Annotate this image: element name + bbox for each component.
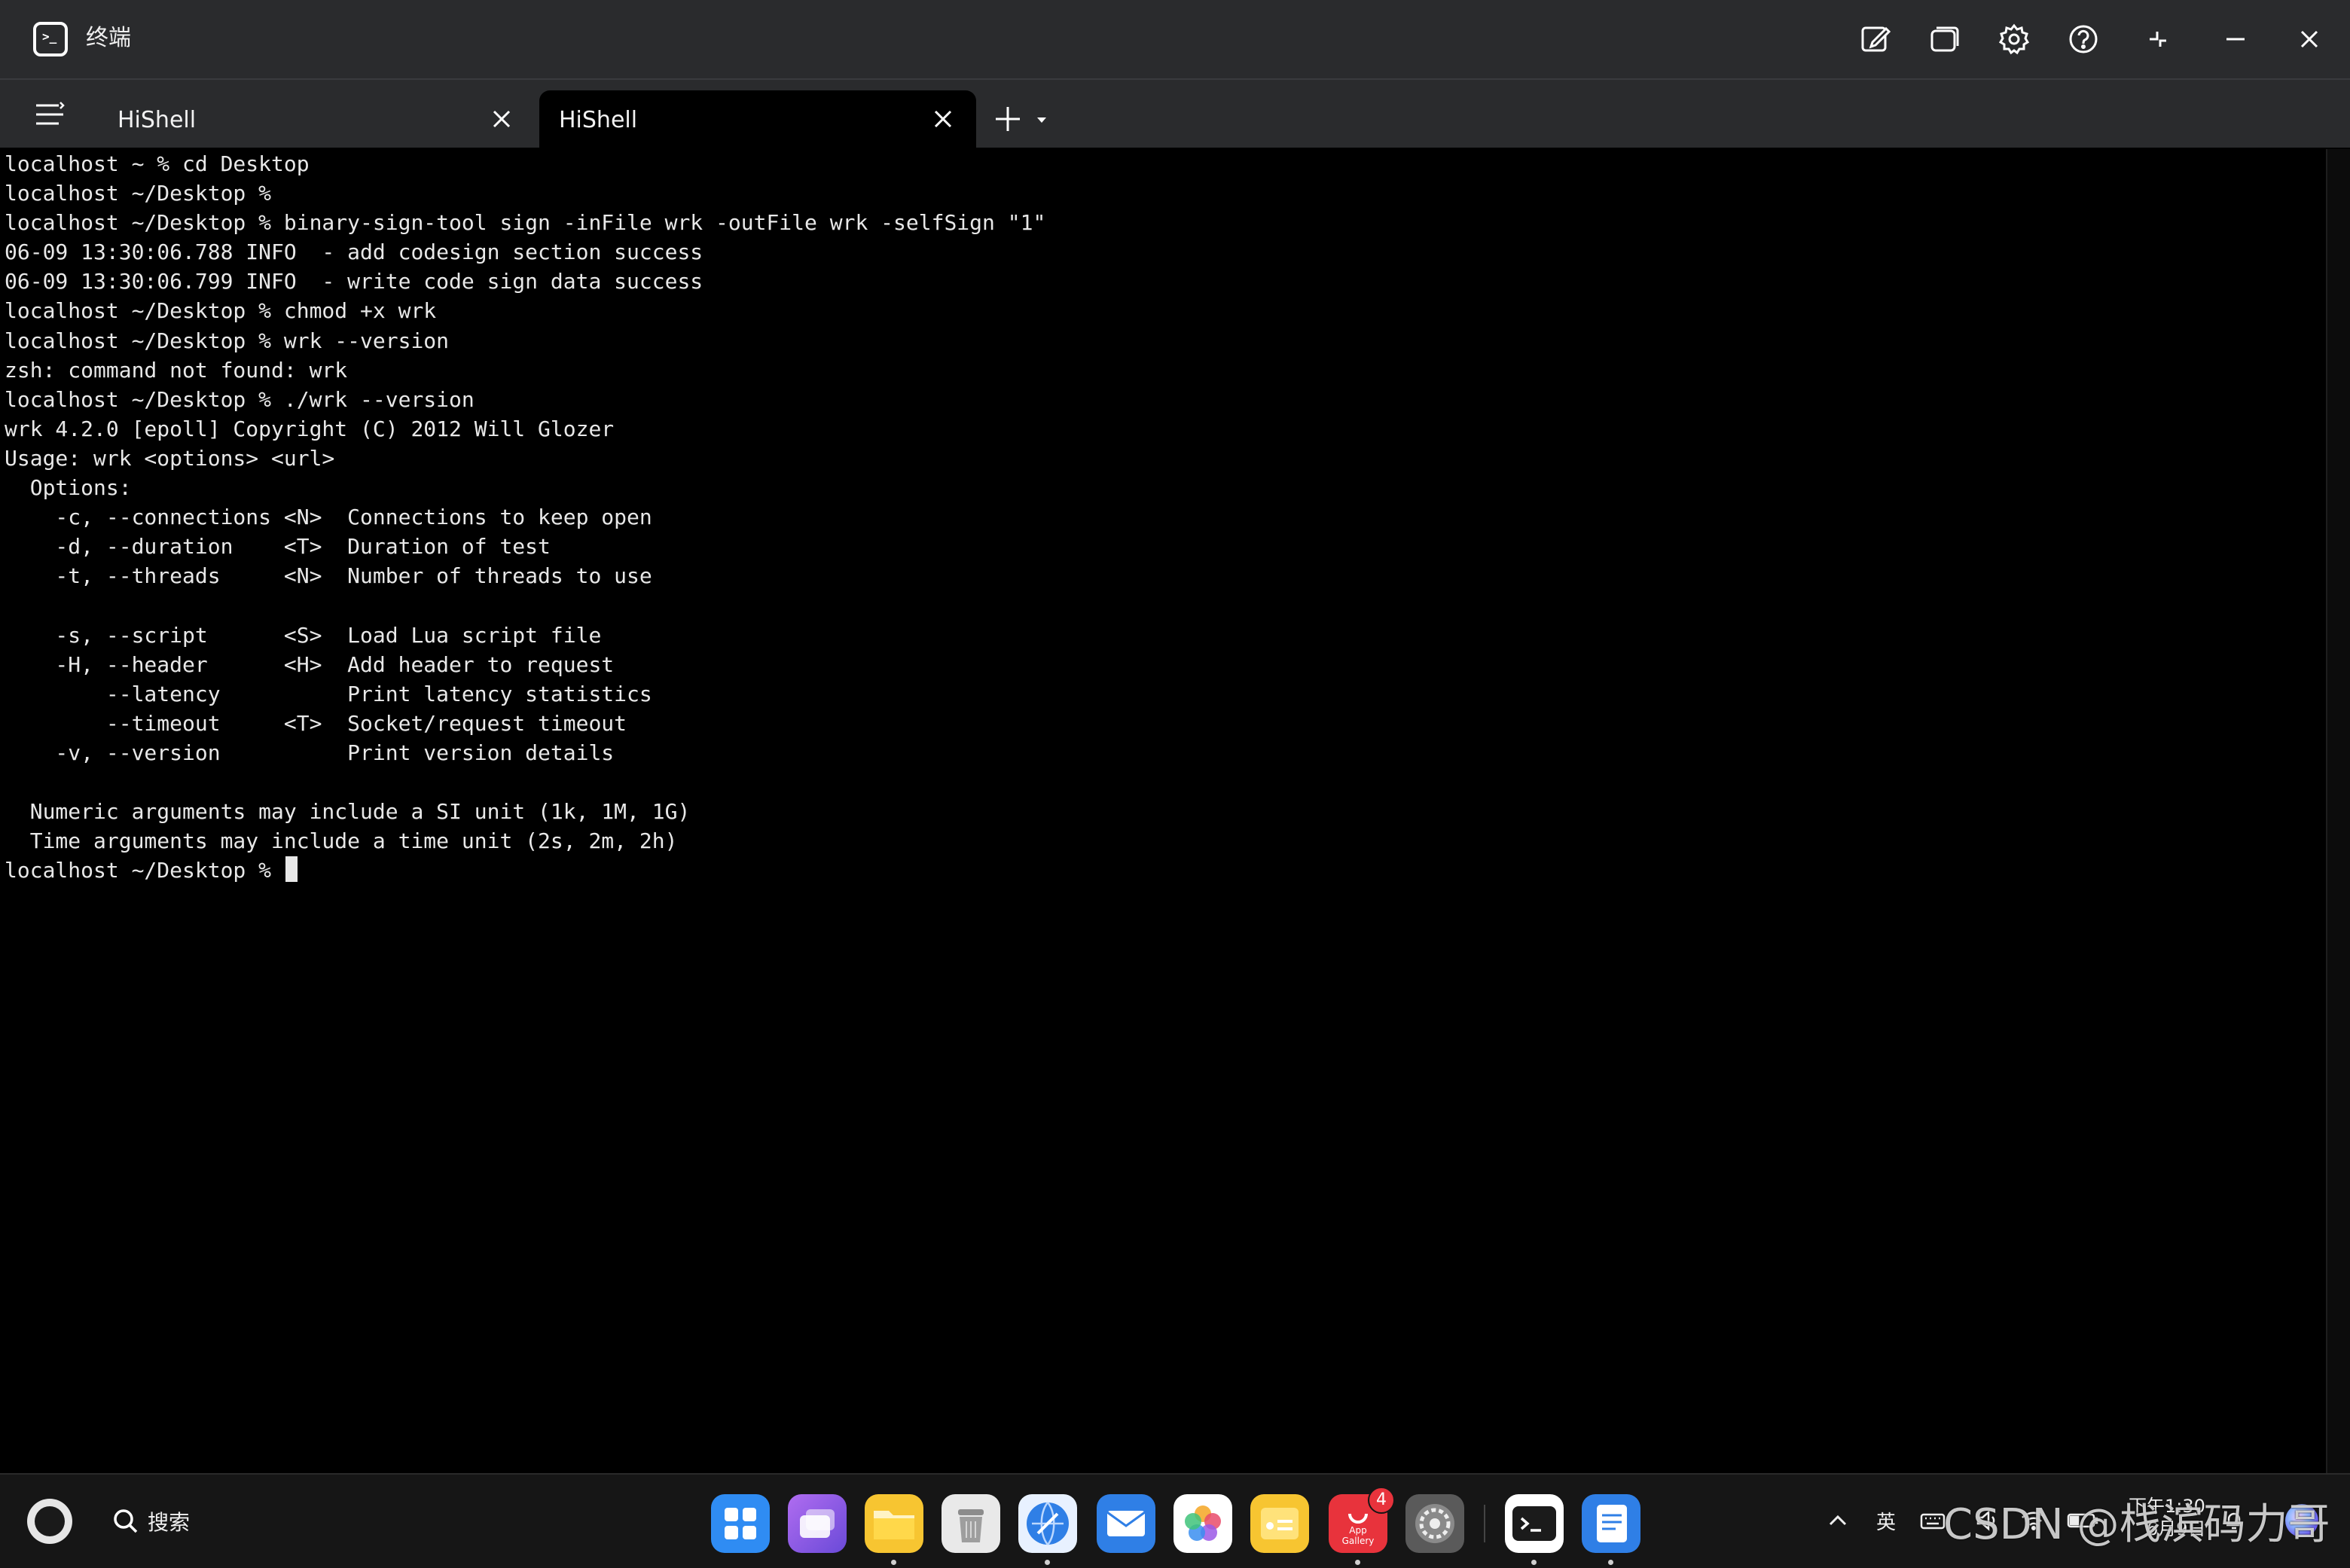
terminal-line: localhost ~/Desktop % binary-sign-tool s…: [5, 210, 1046, 236]
terminal-line: 06-09 13:30:06.799 INFO - write code sig…: [5, 269, 703, 294]
tab-label: HiShell: [559, 107, 638, 133]
running-indicator: [1355, 1560, 1360, 1565]
minimize-icon[interactable]: [2216, 20, 2255, 59]
terminal-line: -d, --duration <T> Duration of test: [5, 534, 551, 560]
terminal-line: -v, --version Print version details: [5, 740, 615, 765]
terminal-line: --latency Print latency statistics: [5, 681, 652, 706]
terminal-line: localhost ~ % cd Desktop: [5, 151, 310, 176]
close-icon[interactable]: [2290, 20, 2329, 59]
browser-icon[interactable]: [1018, 1494, 1077, 1565]
watermark: CSDN @栈滨码力哥: [1943, 1500, 2330, 1549]
terminal-line: -H, --header <H> Add header to request: [5, 651, 615, 677]
input-method-indicator[interactable]: 英: [1871, 1502, 1901, 1539]
terminal-line: wrk 4.2.0 [epoll] Copyright (C) 2012 Wil…: [5, 416, 615, 441]
terminal-line: Options:: [5, 475, 132, 501]
close-tab-icon[interactable]: [487, 104, 517, 134]
terminal-line: Numeric arguments may include a SI unit …: [5, 799, 691, 825]
text-cursor: [285, 856, 298, 883]
terminal-line: --timeout <T> Socket/request timeout: [5, 710, 627, 736]
terminal-line: localhost ~/Desktop % chmod +x wrk: [5, 298, 437, 324]
documents-icon[interactable]: [1582, 1494, 1640, 1565]
terminal-line: Usage: wrk <options> <url>: [5, 445, 335, 471]
terminal-line: 06-09 13:30:06.788 INFO - add codesign s…: [5, 239, 703, 265]
notes-icon[interactable]: [1250, 1494, 1309, 1553]
terminal-line: localhost ~/Desktop % ./wrk --version: [5, 386, 475, 412]
running-indicator: [1608, 1560, 1613, 1565]
search-button[interactable]: 搜索: [111, 1503, 190, 1539]
dock-separator: [1484, 1505, 1485, 1542]
help-icon[interactable]: [2064, 20, 2103, 59]
system-settings-icon[interactable]: [1405, 1494, 1464, 1553]
new-tab-icon[interactable]: [993, 104, 1023, 134]
terminal-area[interactable]: localhost ~ % cd Desktop localhost ~/Desk…: [0, 149, 2327, 1473]
prompt-text: localhost ~/Desktop %: [5, 858, 284, 883]
terminal-line: zsh: command not found: wrk: [5, 357, 348, 383]
terminal-line: localhost ~/Desktop %: [5, 181, 272, 206]
close-tab-icon[interactable]: [928, 104, 958, 134]
terminal-app-icon: [33, 22, 68, 56]
mail-icon[interactable]: [1097, 1494, 1155, 1553]
tab-menu-icon[interactable]: [33, 99, 66, 130]
restore-window-icon[interactable]: [1925, 20, 1964, 59]
svg-text:Gallery: Gallery: [1342, 1536, 1375, 1546]
app-center-icon[interactable]: [711, 1494, 770, 1553]
start-button[interactable]: [27, 1499, 72, 1544]
prompt-line[interactable]: localhost ~/Desktop %: [5, 856, 2327, 885]
terminal-line: localhost ~/Desktop % wrk --version: [5, 328, 450, 353]
search-icon: [114, 1509, 138, 1533]
tab-hishell-2[interactable]: HiShell: [539, 90, 976, 148]
settings-icon[interactable]: [1994, 20, 2034, 59]
multitask-icon[interactable]: [788, 1494, 847, 1553]
files-icon[interactable]: [865, 1494, 923, 1565]
tab-label: HiShell: [118, 107, 197, 133]
terminal-output: localhost ~ % cd Desktop localhost ~/Desk…: [0, 149, 2327, 885]
tab-hishell-1[interactable]: HiShell: [98, 90, 535, 148]
terminal-line: -c, --connections <N> Connections to kee…: [5, 505, 652, 530]
shrink-icon[interactable]: [2139, 20, 2178, 59]
app-gallery-icon[interactable]: App Gallery 4: [1329, 1487, 1395, 1565]
window-title: 终端: [86, 25, 131, 51]
title-bar: 终端: [0, 0, 2350, 80]
notification-badge: 4: [1368, 1487, 1395, 1514]
edit-icon[interactable]: [1856, 20, 1895, 59]
search-label: 搜索: [148, 1510, 191, 1535]
running-indicator: [1531, 1560, 1537, 1565]
terminal-line: -s, --script <S> Load Lua script file: [5, 622, 602, 648]
photos-icon[interactable]: [1173, 1494, 1232, 1553]
trash-icon[interactable]: [942, 1494, 1000, 1553]
new-tab-dropdown-icon[interactable]: [1035, 113, 1048, 127]
running-indicator: [1045, 1560, 1050, 1565]
tab-bar: HiShell HiShell: [0, 80, 2350, 148]
terminal-line: Time arguments may include a time unit (…: [5, 828, 678, 854]
terminal-line: -t, --threads <N> Number of threads to u…: [5, 563, 652, 589]
running-indicator: [891, 1560, 896, 1565]
svg-text:App: App: [1349, 1525, 1366, 1536]
terminal-scrollbar[interactable]: [2326, 149, 2350, 1473]
tray-expand-icon[interactable]: [1823, 1502, 1853, 1539]
terminal-icon[interactable]: [1505, 1494, 1564, 1565]
